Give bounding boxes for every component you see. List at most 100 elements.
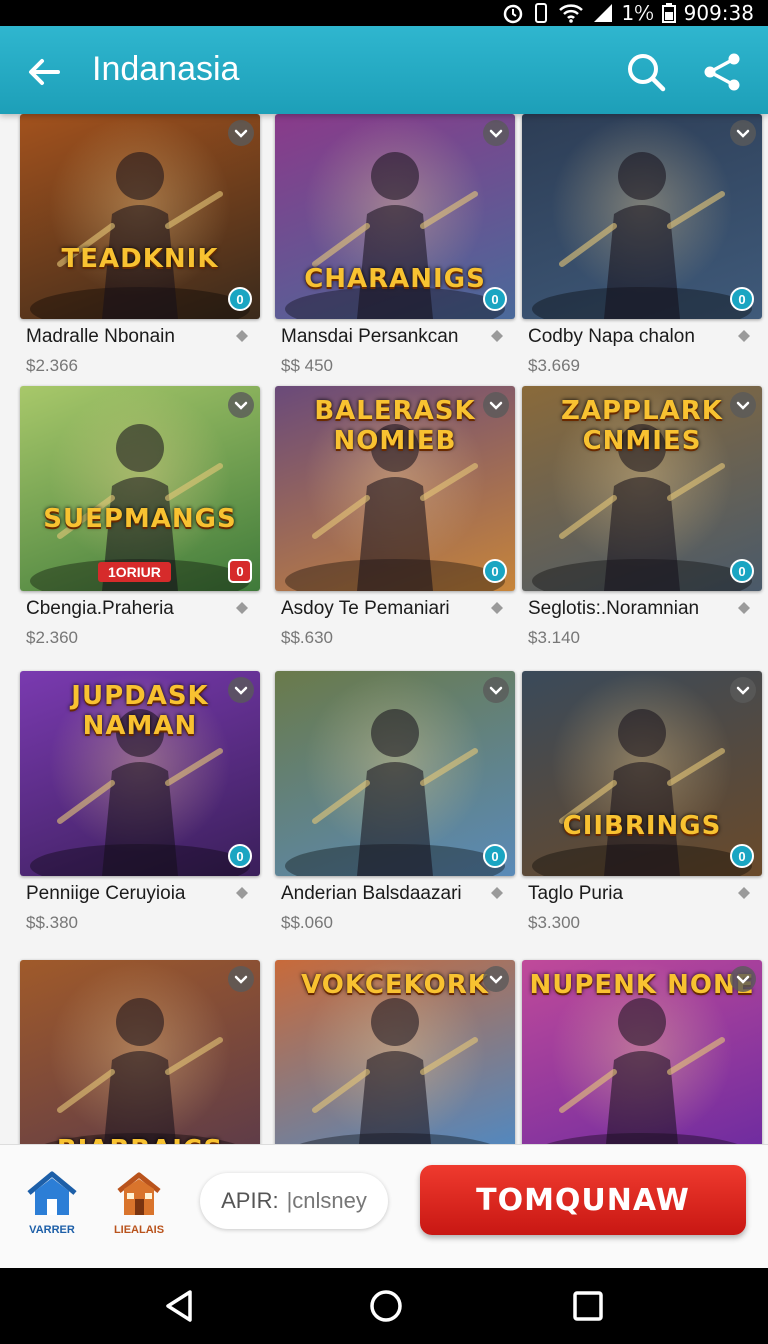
thumbnail-logo-text: NUPENK NONE <box>529 970 755 1000</box>
status-bar: 1⁰⁄₀ 909:38 <box>0 0 768 26</box>
api-label: APIR: <box>221 1188 279 1213</box>
thumbnail-logo-text: VOKCEKORK <box>301 970 489 1000</box>
product-card[interactable]: ZAPPLARK CNMIES 0 Seglotis:.Noramnian $3.14… <box>522 386 762 666</box>
product-card[interactable]: CHARANIGS 0 Mansdai Persankcan $$ 450 <box>275 114 515 394</box>
nav-shop-label: LIEALAIS <box>113 1224 165 1236</box>
back-button[interactable] <box>22 50 66 94</box>
select-checkmark-icon[interactable] <box>228 120 254 146</box>
diamond-icon[interactable] <box>489 885 505 901</box>
api-value: |cnlsney <box>286 1188 367 1213</box>
product-thumbnail[interactable]: NUPENK NONE <box>522 960 762 1144</box>
select-checkmark-icon[interactable] <box>730 966 756 992</box>
share-button[interactable] <box>700 50 744 94</box>
product-thumbnail[interactable]: BIABBAICS <box>20 960 260 1144</box>
thumbnail-logo-text: JUPDASK NAMAN <box>71 681 209 741</box>
select-checkmark-icon[interactable] <box>228 966 254 992</box>
product-price: $$.630 <box>281 628 333 647</box>
product-price: $$.380 <box>26 913 78 932</box>
thumbnail-logo-text: CIIBRINGS <box>562 811 722 841</box>
arrow-left-icon <box>29 59 60 85</box>
select-checkmark-icon[interactable] <box>483 677 509 703</box>
count-badge: 0 <box>483 844 507 868</box>
product-card[interactable]: JUPDASK NAMAN 0 Penniige Ceruyioia $$.380 <box>20 671 260 951</box>
select-checkmark-icon[interactable] <box>730 392 756 418</box>
select-checkmark-icon[interactable] <box>730 120 756 146</box>
product-thumbnail[interactable]: TEADKNIK 0 <box>20 114 260 319</box>
product-thumbnail[interactable]: CIIBRINGS 0 <box>522 671 762 876</box>
thumbnail-artwork <box>20 114 260 319</box>
diamond-icon[interactable] <box>489 328 505 344</box>
nav-recents-icon[interactable] <box>568 1286 608 1326</box>
select-checkmark-icon[interactable] <box>228 392 254 418</box>
system-navigation-bar <box>0 1268 768 1344</box>
product-thumbnail[interactable]: 0 <box>275 671 515 876</box>
product-price: $3.140 <box>528 628 580 647</box>
diamond-icon[interactable] <box>736 328 752 344</box>
select-checkmark-icon[interactable] <box>730 677 756 703</box>
api-field[interactable]: APIR: |cnlsney <box>200 1173 388 1229</box>
primary-action-button[interactable]: TOMQUNAW <box>420 1165 746 1235</box>
product-title: Anderian Balsdaazari <box>281 883 462 904</box>
count-badge: 0 <box>228 287 252 311</box>
product-card[interactable]: CIIBRINGS 0 Taglo Puria $3.300 <box>522 671 762 951</box>
thumbnail-artwork <box>20 386 260 591</box>
select-checkmark-icon[interactable] <box>483 392 509 418</box>
nav-back-icon[interactable] <box>160 1286 200 1326</box>
diamond-icon[interactable] <box>234 328 250 344</box>
diamond-icon[interactable] <box>736 600 752 616</box>
select-checkmark-icon[interactable] <box>483 120 509 146</box>
product-thumbnail[interactable]: VOKCEKORK <box>275 960 515 1144</box>
product-thumbnail[interactable]: JUPDASK NAMAN 0 <box>20 671 260 876</box>
product-card[interactable]: VOKCEKORK <box>275 960 515 1144</box>
product-card[interactable]: TEADKNIK 0 Madralle Nbonain $2.366 <box>20 114 260 394</box>
product-title: Asdoy Te Pemaniari <box>281 598 450 619</box>
product-title: Penniige Ceruyioia <box>26 883 186 904</box>
product-thumbnail[interactable]: ZAPPLARK CNMIES 0 <box>522 386 762 591</box>
count-badge: 0 <box>730 287 754 311</box>
nav-shop-button[interactable]: LIEALAIS <box>104 1171 174 1236</box>
alarm-icon <box>503 4 522 24</box>
nav-home-icon[interactable] <box>366 1286 406 1326</box>
product-card[interactable]: BIABBAICS <box>20 960 260 1144</box>
nav-home-label: VARRER <box>29 1224 75 1236</box>
search-icon <box>628 54 666 92</box>
bottom-action-bar: VARRER LIEALAIS APIR: |cnlsney TOMQUNAW <box>0 1144 768 1268</box>
diamond-icon[interactable] <box>234 885 250 901</box>
store-icon <box>117 1172 161 1215</box>
thumbnail-artwork <box>275 671 515 876</box>
select-checkmark-icon[interactable] <box>228 677 254 703</box>
thumbnail-artwork <box>522 671 762 876</box>
search-button[interactable] <box>624 50 668 94</box>
product-title: Seglotis:.Noramnian <box>528 598 700 619</box>
clock: 909:38 <box>683 1 754 25</box>
product-card[interactable]: 0 Anderian Balsdaazari $$.060 <box>275 671 515 951</box>
thumbnail-logo-text: ZAPPLARK CNMIES <box>561 396 723 456</box>
product-card[interactable]: BALERASK NOMIEB 0 Asdoy Te Pemaniari $$.630 <box>275 386 515 666</box>
thumbnail-logo-text: BIABBAICS <box>20 1135 260 1144</box>
product-price: $$.060 <box>281 913 333 932</box>
vibrate-icon <box>534 3 547 23</box>
product-card[interactable]: 0 Codby Napa chalon $3.669 <box>522 114 762 394</box>
thumbnail-logo-text: CHARANIGS <box>304 264 486 294</box>
diamond-icon[interactable] <box>234 600 250 616</box>
nav-home-button[interactable]: VARRER <box>22 1171 82 1236</box>
product-thumbnail[interactable]: SUEPMANGS 1ORIUR 0 <box>20 386 260 591</box>
product-thumbnail[interactable]: 0 <box>522 114 762 319</box>
thumbnail-tag: 1ORIUR <box>98 562 171 582</box>
product-card[interactable]: SUEPMANGS 1ORIUR 0 Cbengia.Praheria $2.360 <box>20 386 260 666</box>
product-thumbnail[interactable]: BALERASK NOMIEB 0 <box>275 386 515 591</box>
diamond-icon[interactable] <box>736 885 752 901</box>
select-checkmark-icon[interactable] <box>483 966 509 992</box>
product-grid: TEADKNIK 0 Madralle Nbonain $2.366 CHARANIG… <box>0 114 768 1144</box>
diamond-icon[interactable] <box>489 600 505 616</box>
product-thumbnail[interactable]: CHARANIGS 0 <box>275 114 515 319</box>
product-price: $$ 450 <box>281 356 333 375</box>
battery-icon <box>661 3 676 23</box>
product-title: Cbengia.Praheria <box>26 598 174 619</box>
product-card[interactable]: NUPENK NONE <box>522 960 762 1144</box>
product-price: $3.669 <box>528 356 580 375</box>
count-badge: 0 <box>730 844 754 868</box>
product-price: $3.300 <box>528 913 580 932</box>
thumbnail-logo-text: BALERASK NOMIEB <box>314 396 476 456</box>
thumbnail-logo-text: SUEPMANGS <box>43 504 237 534</box>
